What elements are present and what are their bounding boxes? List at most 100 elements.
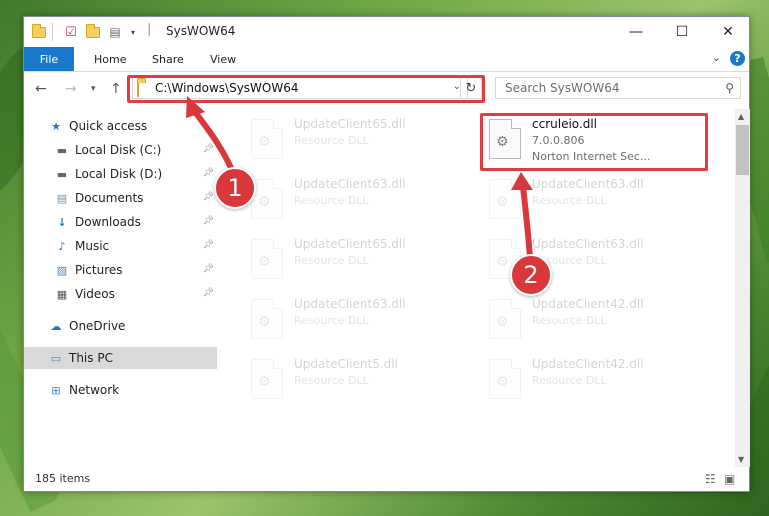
back-arrow-icon[interactable]: ← (35, 81, 47, 97)
sidebar-item-videos[interactable]: ▦ Videos 📌︎ (24, 283, 217, 305)
download-icon: ↓ (57, 215, 67, 229)
file-list: ⚙ UpdateClient65.dll Resource DLL ⚙ ccru… (218, 109, 735, 461)
file-item[interactable]: ⚙ UpdateClient42.dll Resource DLL (480, 353, 710, 411)
file-item[interactable]: ⚙ UpdateClient63.dll Resource DLL (480, 173, 710, 231)
file-item[interactable]: ⚙ UpdateClient5.dll Resource DLL (242, 353, 472, 411)
folder-icon (137, 81, 139, 97)
sidebar-item-music[interactable]: ♪ Music 📌︎ (24, 235, 217, 257)
pictures-icon: ▨ (56, 263, 68, 277)
sidebar-item-onedrive[interactable]: ☁ OneDrive (24, 315, 217, 337)
pin-icon[interactable]: 📌︎ (203, 240, 214, 250)
dll-file-icon: ⚙ (489, 299, 521, 339)
folder-icon (30, 23, 48, 41)
file-name: UpdateClient63.dll (294, 297, 406, 311)
pin-icon[interactable]: 📌︎ (203, 216, 214, 226)
vertical-scrollbar[interactable]: ▲ ▼ (735, 109, 750, 467)
minimize-button[interactable]: — (613, 17, 659, 47)
tab-view[interactable]: View (210, 47, 236, 71)
navigation-bar: ← → ▾ ↑ C:\Windows\SysWOW64 ⌄ ↻ Search S… (24, 72, 749, 106)
pin-icon[interactable]: 📌︎ (203, 144, 214, 154)
expand-ribbon-icon[interactable]: ⌄ (712, 51, 721, 64)
file-item[interactable]: ⚙ UpdateClient65.dll Resource DLL (242, 233, 472, 291)
window-title: SysWOW64 (166, 24, 236, 38)
callout-badge-1: 1 (214, 167, 256, 209)
sidebar-item-local-disk-d[interactable]: ▬ Local Disk (D:) 📌︎ (24, 163, 217, 185)
forward-arrow-icon[interactable]: → (65, 81, 77, 97)
dll-file-icon: ⚙ (489, 179, 521, 219)
navigation-pane: ★ Quick access ▬ Local Disk (C:) 📌︎ ▬ Lo… (24, 109, 217, 461)
refresh-icon: ↻ (465, 80, 477, 96)
help-icon[interactable]: ? (730, 51, 745, 66)
sidebar-item-network[interactable]: ⊞ Network (24, 379, 217, 401)
sidebar-item-label: Pictures (75, 263, 123, 277)
music-icon: ♪ (58, 239, 66, 253)
dll-file-icon: ⚙ (251, 359, 283, 399)
address-bar[interactable]: C:\Windows\SysWOW64 ⌄ (132, 77, 468, 99)
file-item[interactable]: ⚙ UpdateClient63.dll Resource DLL (242, 293, 472, 351)
pin-icon[interactable]: 📌︎ (203, 168, 214, 178)
sidebar-item-label: Videos (75, 287, 115, 301)
file-item-ccruleio[interactable]: ⚙ ccruleio.dll 7.0.0.806 Norton Internet… (480, 113, 710, 171)
sidebar-item-label: Network (69, 383, 120, 397)
file-version: 7.0.0.806 (532, 134, 585, 147)
pin-icon[interactable]: 📌︎ (203, 288, 214, 298)
title-separator: | (147, 22, 152, 37)
new-folder-icon[interactable] (84, 23, 102, 41)
large-icons-view-icon[interactable]: ▣ (724, 472, 735, 486)
cloud-icon: ☁ (50, 319, 62, 333)
drive-icon: ▬ (56, 143, 68, 157)
scroll-down-icon[interactable]: ▼ (738, 455, 744, 464)
details-view-icon[interactable]: ☷ (705, 472, 716, 486)
up-arrow-icon[interactable]: ↑ (110, 81, 122, 97)
pin-icon[interactable]: 📌︎ (203, 192, 214, 202)
file-name: ccruleio.dll (532, 117, 598, 131)
file-item[interactable]: ⚙ UpdateClient65.dll Resource DLL (242, 113, 472, 171)
file-type: Resource DLL (294, 314, 369, 327)
file-type: Resource DLL (532, 374, 607, 387)
file-name: UpdateClient65.dll (294, 237, 406, 251)
callout-badge-2: 2 (510, 254, 552, 296)
dll-file-icon: ⚙ (251, 119, 283, 159)
sidebar-item-documents[interactable]: ▤ Documents 📌︎ (24, 187, 217, 209)
sidebar-item-label: Music (75, 239, 110, 253)
file-name: UpdateClient42.dll (532, 357, 644, 371)
tab-home[interactable]: Home (94, 47, 126, 71)
file-name: UpdateClient63.dll (532, 237, 644, 251)
sidebar-item-label: Local Disk (C:) (75, 143, 162, 157)
documents-icon: ▤ (56, 191, 68, 205)
explorer-window: ☑ ▤ ▾ | SysWOW64 — ☐ ✕ File Home Share V… (23, 16, 750, 492)
close-button[interactable]: ✕ (705, 17, 751, 47)
scroll-up-icon[interactable]: ▲ (738, 112, 744, 121)
search-placeholder: Search SysWOW64 (505, 81, 620, 95)
scroll-thumb[interactable] (736, 125, 749, 175)
ribbon-tabs: File Home Share View ⌄ ? (24, 47, 749, 72)
properties-icon[interactable]: ☑ (62, 23, 80, 41)
network-icon: ⊞ (51, 383, 61, 397)
file-name: UpdateClient5.dll (294, 357, 398, 371)
maximize-button[interactable]: ☐ (659, 17, 705, 47)
sidebar-item-quick-access[interactable]: ★ Quick access (24, 115, 217, 137)
file-item[interactable]: ⚙ UpdateClient42.dll Resource DLL (480, 293, 710, 351)
star-icon: ★ (51, 119, 61, 133)
sidebar-item-label: Documents (75, 191, 144, 205)
tab-file[interactable]: File (24, 47, 74, 71)
dll-file-icon: ⚙ (251, 239, 283, 279)
sidebar-item-local-disk-c[interactable]: ▬ Local Disk (C:) 📌︎ (24, 139, 217, 161)
file-type: Resource DLL (532, 314, 607, 327)
file-type: Resource DLL (294, 194, 369, 207)
sidebar-item-downloads[interactable]: ↓ Downloads 📌︎ (24, 211, 217, 233)
dll-file-icon: ⚙ (489, 119, 521, 159)
dll-file-icon: ⚙ (251, 299, 283, 339)
file-type: Resource DLL (294, 134, 369, 147)
sidebar-item-label: OneDrive (69, 319, 126, 333)
recent-locations-icon[interactable]: ▾ (91, 84, 96, 94)
sidebar-item-this-pc[interactable]: ▭ This PC (24, 347, 217, 369)
tab-share[interactable]: Share (152, 47, 184, 71)
customize-toolbar-icon[interactable]: ▾ (124, 23, 142, 41)
search-input[interactable]: Search SysWOW64 ⚲ (495, 77, 741, 99)
view-options-icon[interactable]: ▤ (106, 23, 124, 41)
file-item[interactable]: ⚙ UpdateClient63.dll Resource DLL (242, 173, 472, 231)
pin-icon[interactable]: 📌︎ (203, 264, 214, 274)
sidebar-item-pictures[interactable]: ▨ Pictures 📌︎ (24, 259, 217, 281)
refresh-button[interactable]: ↻ (460, 77, 482, 99)
